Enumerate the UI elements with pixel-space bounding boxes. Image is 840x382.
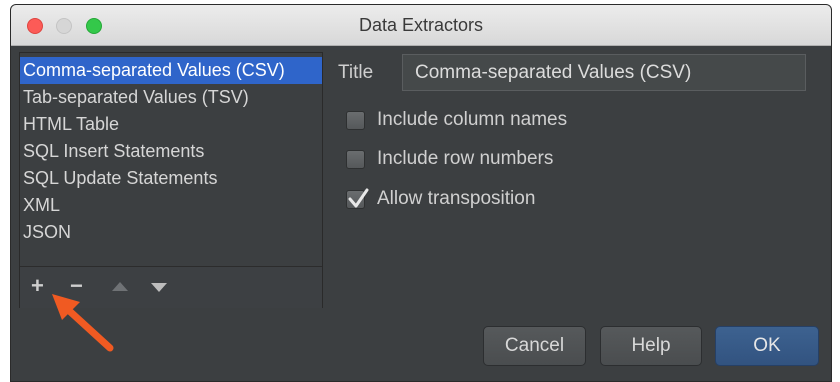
list-item-xml[interactable]: XML xyxy=(20,192,322,219)
allow-transposition-label: Allow transposition xyxy=(377,188,536,209)
list-item-csv[interactable]: Comma-separated Values (CSV) xyxy=(20,57,322,84)
title-input[interactable] xyxy=(402,54,806,91)
list-item-json[interactable]: JSON xyxy=(20,219,322,246)
help-button[interactable]: Help xyxy=(600,326,702,366)
window-title: Data Extractors xyxy=(358,15,484,35)
include-row-numbers-checkbox[interactable] xyxy=(346,150,365,169)
list-item-sql-insert[interactable]: SQL Insert Statements xyxy=(20,138,322,165)
title-label: Title xyxy=(338,62,374,83)
extractor-list-panel: Comma-separated Values (CSV) Tab-separat… xyxy=(19,52,323,308)
include-row-numbers-label: Include row numbers xyxy=(377,148,554,169)
include-column-names-checkbox[interactable] xyxy=(346,111,365,130)
title-bar: Data Extractors xyxy=(11,5,831,46)
list-item-html-table[interactable]: HTML Table xyxy=(20,111,322,138)
ok-button[interactable]: OK xyxy=(715,326,819,366)
annotation-arrow-icon xyxy=(52,294,114,352)
checkmark-icon xyxy=(348,188,369,208)
triangle-down-icon[interactable] xyxy=(151,283,167,292)
allow-transposition-checkbox[interactable] xyxy=(346,188,369,209)
list-item-sql-update[interactable]: SQL Update Statements xyxy=(20,165,322,192)
include-column-names-label: Include column names xyxy=(377,109,568,130)
list-item-tsv[interactable]: Tab-separated Values (TSV) xyxy=(20,84,322,111)
extractor-list: Comma-separated Values (CSV) Tab-separat… xyxy=(20,57,322,246)
cancel-button[interactable]: Cancel xyxy=(483,326,586,366)
